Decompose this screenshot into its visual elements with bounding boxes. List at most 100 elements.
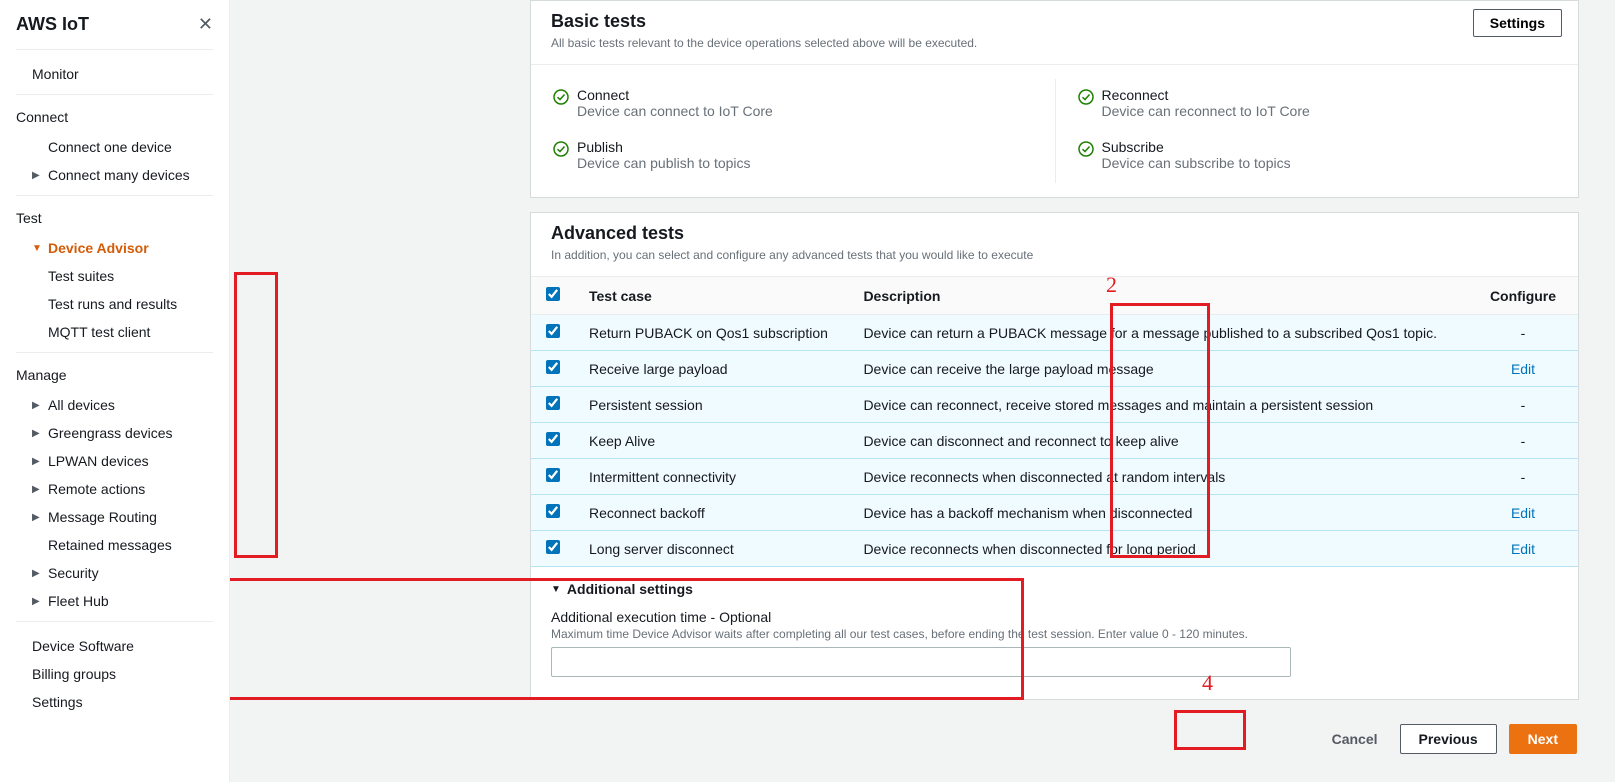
advanced-tests-title: Advanced tests	[551, 223, 1558, 244]
additional-settings-label: Additional settings	[567, 581, 693, 597]
sidebar-item-label: Settings	[32, 694, 83, 710]
description-cell: Device can return a PUBACK message for a…	[849, 315, 1468, 351]
caret-down-icon: ▼	[32, 243, 42, 254]
caret-right-icon: ▶	[32, 568, 42, 579]
sidebar-item-retained-messages[interactable]: Retained messages	[0, 531, 229, 559]
basic-test-item: ReconnectDevice can reconnect to IoT Cor…	[1055, 79, 1579, 131]
sidebar-item-settings[interactable]: Settings	[0, 688, 229, 716]
description-cell: Device can disconnect and reconnect to k…	[849, 423, 1468, 459]
cancel-button[interactable]: Cancel	[1322, 725, 1388, 753]
caret-right-icon: ▶	[32, 596, 42, 607]
sidebar-item-lpwan[interactable]: ▶LPWAN devices	[0, 447, 229, 475]
sidebar-item-greengrass[interactable]: ▶Greengrass devices	[0, 419, 229, 447]
col-configure: Configure	[1468, 277, 1578, 315]
sidebar-item-test-runs[interactable]: Test runs and results	[0, 290, 229, 318]
sidebar-item-fleet-hub[interactable]: ▶Fleet Hub	[0, 587, 229, 615]
sidebar: AWS IoT ✕ Monitor Connect Connect one de…	[0, 0, 230, 782]
sidebar-group-manage: Manage	[0, 363, 229, 391]
sidebar-item-security[interactable]: ▶Security	[0, 559, 229, 587]
sidebar-title: AWS IoT	[16, 14, 89, 35]
caret-right-icon: ▶	[32, 456, 42, 467]
sidebar-item-remote-actions[interactable]: ▶Remote actions	[0, 475, 229, 503]
row-checkbox[interactable]	[546, 540, 560, 554]
table-row: Receive large payloadDevice can receive …	[531, 351, 1578, 387]
testcase-cell: Keep Alive	[575, 423, 849, 459]
row-checkbox[interactable]	[546, 360, 560, 374]
sidebar-item-message-routing[interactable]: ▶Message Routing	[0, 503, 229, 531]
testcase-cell: Receive large payload	[575, 351, 849, 387]
sidebar-group-test: Test	[0, 206, 229, 234]
caret-right-icon: ▶	[32, 512, 42, 523]
table-row: Long server disconnectDevice reconnects …	[531, 531, 1578, 567]
select-all-checkbox[interactable]	[546, 287, 560, 301]
execution-time-label: Additional execution time - Optional	[551, 609, 1558, 625]
col-testcase: Test case	[575, 277, 849, 315]
success-icon	[1078, 141, 1094, 157]
advanced-tests-table: Test case Description Configure Return P…	[531, 276, 1578, 567]
sidebar-item-label: Billing groups	[32, 666, 116, 682]
row-checkbox[interactable]	[546, 324, 560, 338]
advanced-tests-panel: Advanced tests In addition, you can sele…	[530, 212, 1579, 700]
testcase-cell: Intermittent connectivity	[575, 459, 849, 495]
basic-test-desc: Device can publish to topics	[577, 155, 751, 171]
close-icon[interactable]: ✕	[198, 14, 213, 35]
testcase-cell: Persistent session	[575, 387, 849, 423]
basic-test-desc: Device can connect to IoT Core	[577, 103, 773, 119]
sidebar-item-mqtt-client[interactable]: MQTT test client	[0, 318, 229, 346]
sidebar-item-label: Monitor	[32, 66, 79, 82]
edit-link[interactable]: Edit	[1511, 505, 1535, 521]
sidebar-item-billing-groups[interactable]: Billing groups	[0, 660, 229, 688]
col-description: Description	[849, 277, 1468, 315]
basic-tests-subtitle: All basic tests relevant to the device o…	[551, 36, 1558, 50]
sidebar-item-connect-one[interactable]: Connect one device	[0, 133, 229, 161]
sidebar-item-connect-many[interactable]: ▶Connect many devices	[0, 161, 229, 189]
sidebar-item-label: MQTT test client	[48, 324, 150, 340]
main-content: Basic tests All basic tests relevant to …	[230, 0, 1615, 782]
sidebar-item-label: Test suites	[48, 268, 114, 284]
success-icon	[553, 89, 569, 105]
row-checkbox[interactable]	[546, 504, 560, 518]
settings-button[interactable]: Settings	[1473, 9, 1562, 37]
description-cell: Device can receive the large payload mes…	[849, 351, 1468, 387]
table-row: Keep AliveDevice can disconnect and reco…	[531, 423, 1578, 459]
sidebar-item-test-suites[interactable]: Test suites	[0, 262, 229, 290]
sidebar-item-monitor[interactable]: Monitor	[0, 60, 229, 88]
sidebar-item-label: Device Software	[32, 638, 134, 654]
next-button[interactable]: Next	[1509, 724, 1577, 754]
sidebar-item-device-advisor[interactable]: ▼ Device Advisor	[0, 234, 229, 262]
success-icon	[1078, 89, 1094, 105]
sidebar-item-all-devices[interactable]: ▶All devices	[0, 391, 229, 419]
row-checkbox[interactable]	[546, 468, 560, 482]
description-cell: Device reconnects when disconnected at r…	[849, 459, 1468, 495]
sidebar-item-device-software[interactable]: Device Software	[0, 632, 229, 660]
description-cell: Device reconnects when disconnected for …	[849, 531, 1468, 567]
additional-settings-section: ▼ Additional settings Additional executi…	[531, 567, 1578, 699]
annotation-number-2: 2	[1106, 272, 1117, 298]
testcase-cell: Reconnect backoff	[575, 495, 849, 531]
basic-test-name: Subscribe	[1102, 139, 1291, 155]
edit-link[interactable]: Edit	[1511, 541, 1535, 557]
caret-right-icon: ▶	[32, 428, 42, 439]
execution-time-help: Maximum time Device Advisor waits after …	[551, 627, 1558, 641]
sidebar-item-label: Connect one device	[48, 139, 172, 155]
sidebar-item-label: Device Advisor	[48, 240, 149, 256]
annotation-number-4: 4	[1202, 670, 1213, 696]
previous-button[interactable]: Previous	[1400, 724, 1497, 754]
basic-test-item: SubscribeDevice can subscribe to topics	[1055, 131, 1579, 183]
row-checkbox[interactable]	[546, 396, 560, 410]
testcase-cell: Long server disconnect	[575, 531, 849, 567]
edit-link[interactable]: Edit	[1511, 361, 1535, 377]
advanced-tests-subtitle: In addition, you can select and configur…	[551, 248, 1558, 262]
execution-time-input[interactable]	[551, 647, 1291, 677]
additional-settings-toggle[interactable]: ▼ Additional settings	[551, 581, 1558, 597]
sidebar-group-connect: Connect	[0, 105, 229, 133]
row-checkbox[interactable]	[546, 432, 560, 446]
basic-test-desc: Device can subscribe to topics	[1102, 155, 1291, 171]
config-dash: -	[1521, 469, 1526, 485]
sidebar-item-label: All devices	[48, 397, 115, 413]
basic-test-item: PublishDevice can publish to topics	[531, 131, 1055, 183]
basic-test-desc: Device can reconnect to IoT Core	[1102, 103, 1310, 119]
basic-test-item: ConnectDevice can connect to IoT Core	[531, 79, 1055, 131]
sidebar-item-label: Test runs and results	[48, 296, 177, 312]
table-row: Reconnect backoffDevice has a backoff me…	[531, 495, 1578, 531]
